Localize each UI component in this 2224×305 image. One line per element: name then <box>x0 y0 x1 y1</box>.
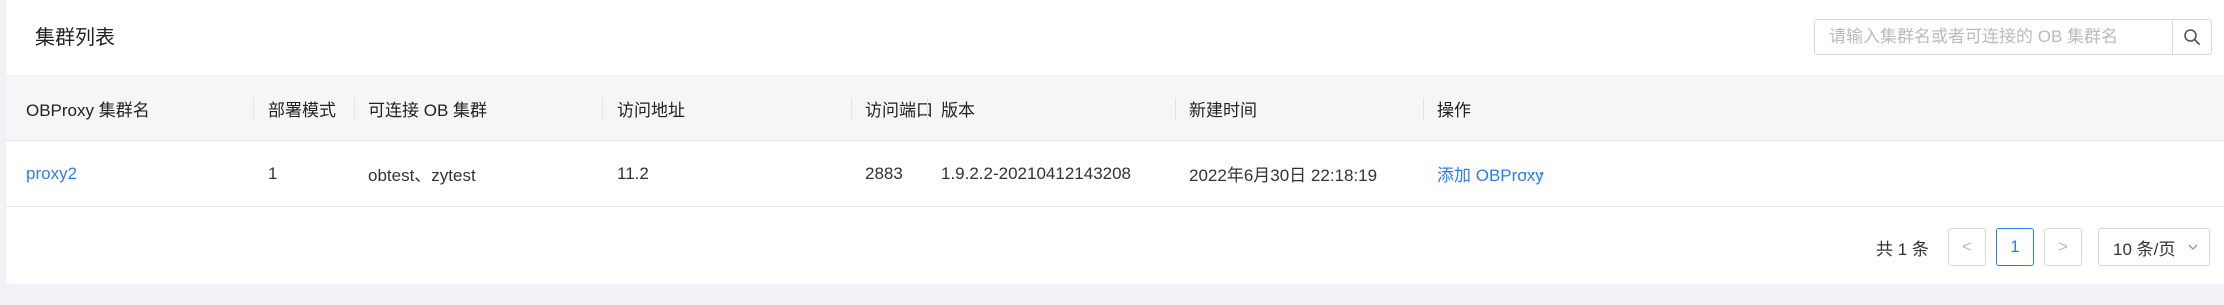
column-divider <box>1423 98 1424 120</box>
search-button[interactable] <box>2172 20 2211 54</box>
cluster-name-link[interactable]: proxy2 <box>26 141 77 206</box>
cluster-list-card: 集群列表 OBProxy 集群名 部署模式 可连接 OB 集群 访问地址 访问端… <box>6 0 2224 284</box>
chevron-down-icon <box>2188 244 2198 250</box>
prev-page-button[interactable]: < <box>1948 228 1986 266</box>
address-cell: 11.2 <box>617 163 649 183</box>
table-row: proxy2 1 obtest、zytest 11.2 2883 1.9.2.2… <box>6 141 2224 207</box>
column-header-name: OBProxy 集群名 <box>26 100 150 120</box>
search-box <box>1814 19 2212 55</box>
column-header-mode: 部署模式 <box>268 100 336 120</box>
page-size-label: 10 条/页 <box>2113 239 2176 259</box>
column-divider <box>927 98 928 120</box>
page-size-select[interactable]: 10 条/页 <box>2098 228 2210 266</box>
search-input[interactable] <box>1815 20 2172 54</box>
page-1-button[interactable]: 1 <box>1996 228 2034 266</box>
column-header-ob-clusters: 可连接 OB 集群 <box>368 100 488 120</box>
column-divider <box>602 98 603 120</box>
column-divider <box>253 98 254 120</box>
column-divider <box>851 98 852 120</box>
created-time-cell: 2022年6月30日 22:18:19 <box>1189 166 1378 185</box>
table-header: OBProxy 集群名 部署模式 可连接 OB 集群 访问地址 访问端口 版本 … <box>6 75 2224 141</box>
column-header-created: 新建时间 <box>1189 100 1257 120</box>
more-actions-icon[interactable]: ··· <box>1522 141 1545 206</box>
next-page-button[interactable]: > <box>2044 228 2082 266</box>
search-icon <box>2184 29 2200 45</box>
column-divider <box>354 98 355 120</box>
pagination-total: 共 1 条 <box>1876 240 1929 259</box>
column-header-actions: 操作 <box>1437 100 1471 120</box>
version-cell: 1.9.2.2-20210412143208 <box>941 163 1132 183</box>
page-title: 集群列表 <box>35 27 115 49</box>
ob-clusters-cell: obtest、zytest <box>368 166 476 185</box>
deploy-mode-cell: 1 <box>268 163 278 183</box>
column-header-version: 版本 <box>941 100 975 120</box>
column-header-port: 访问端口 <box>865 100 933 120</box>
column-header-address: 访问地址 <box>617 100 685 120</box>
column-divider <box>1175 98 1176 120</box>
port-cell: 2883 <box>865 163 903 183</box>
